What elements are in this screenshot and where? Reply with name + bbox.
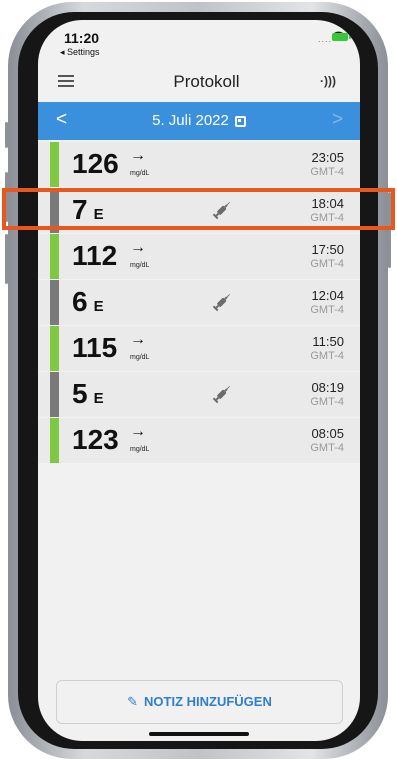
trend-arrow-icon: → [130,331,146,348]
entry-time: 23:05 GMT-4 [310,150,344,180]
entry-number: 115 [72,332,118,363]
date-label: 5. Juli 2022 [152,112,229,129]
entry-time: 11:50 GMT-4 [310,334,344,364]
glucose-entry-row[interactable]: 126 → mg/dL 23:05 GMT-4 [38,142,360,187]
glucose-indicator-bar [50,418,59,463]
entry-time: 12:04 GMT-4 [310,288,344,318]
glucose-entry-row[interactable]: 112 → mg/dL 17:50 GMT-4 [38,234,360,279]
add-note-button[interactable]: ✎ NOTIZ HINZUFÜGEN [56,680,343,724]
next-day-button[interactable]: > [332,109,343,131]
status-time: 11:20 [64,30,100,46]
entry-time-value: 08:05 [311,426,344,441]
entry-number: 123 [72,424,119,455]
entry-timezone: GMT-4 [310,258,344,270]
trend-arrow-icon: → [130,147,146,164]
entry-number: 5 [72,378,88,409]
entry-timezone: GMT-4 [310,166,344,178]
volume-down-button [5,234,8,284]
insulin-indicator-bar [50,372,59,417]
entry-time-value: 23:05 [311,150,344,165]
nfc-icon[interactable]: ·))) [320,74,336,88]
syringe-icon [212,293,231,312]
entry-value: 126 [72,149,119,179]
battery-charging-icon [332,33,351,41]
glucose-indicator-bar [50,142,59,187]
highlight-frame [2,188,395,230]
trend-arrow-icon: → [130,239,146,256]
mute-switch [5,122,8,148]
syringe-icon [212,385,231,404]
entry-time-value: 17:50 [311,242,344,257]
trend-arrow-icon: → [130,423,146,440]
add-note-label: NOTIZ HINZUFÜGEN [144,694,272,709]
glucose-indicator-bar [50,326,59,371]
entry-value: 112 [72,241,117,271]
entry-timezone: GMT-4 [310,350,344,362]
insulin-indicator-bar [50,280,59,325]
calendar-icon [234,116,246,127]
glucose-unit: mg/dL [130,354,150,361]
status-bar: 11:20 ◂ Settings .... [38,20,360,62]
entry-number: 126 [72,148,119,179]
page-title: Protokoll [173,72,240,91]
entry-unit: E [93,298,104,315]
entry-timezone: GMT-4 [310,396,344,408]
entry-time-value: 08:19 [311,380,344,395]
entry-time: 08:05 GMT-4 [310,426,344,456]
entry-time: 17:50 GMT-4 [310,242,344,272]
entry-number: 6 [72,286,88,317]
glucose-entry-row[interactable]: 115 → mg/dL 11:50 GMT-4 [38,326,360,371]
home-indicator [149,732,249,736]
pencil-icon: ✎ [127,694,139,709]
back-to-settings-link[interactable]: ◂ Settings [60,47,100,58]
entry-value: 123 [72,425,119,455]
entry-value: 5E [72,379,104,414]
date-bar: < 5. Juli 2022 > [38,102,360,140]
entry-value: 6E [72,287,104,322]
entry-timezone: GMT-4 [310,442,344,454]
glucose-indicator-bar [50,234,59,279]
insulin-entry-row[interactable]: 5 E 08:19 GMT-4 [38,372,360,417]
nav-bar: Protokoll ·))) [38,62,360,102]
entry-timezone: GMT-4 [310,304,344,316]
screen: 11:20 ◂ Settings .... Protokoll ·))) < 5… [38,20,360,741]
glucose-entry-row[interactable]: 123 → mg/dL 08:05 GMT-4 [38,418,360,463]
entry-number: 112 [72,240,118,271]
insulin-entry-row[interactable]: 6 E 12:04 GMT-4 [38,280,360,325]
entry-unit: E [93,390,104,407]
entry-time: 08:19 GMT-4 [310,380,344,410]
glucose-unit: mg/dL [130,170,150,177]
entry-time-value: 12:04 [311,288,344,303]
signal-dots: .... [318,34,333,44]
entry-time-value: 11:50 [312,334,344,349]
date-selector[interactable]: 5. Juli 2022 [38,112,360,129]
entry-value: 115 [72,333,117,363]
glucose-unit: mg/dL [130,262,150,269]
glucose-unit: mg/dL [130,446,150,453]
